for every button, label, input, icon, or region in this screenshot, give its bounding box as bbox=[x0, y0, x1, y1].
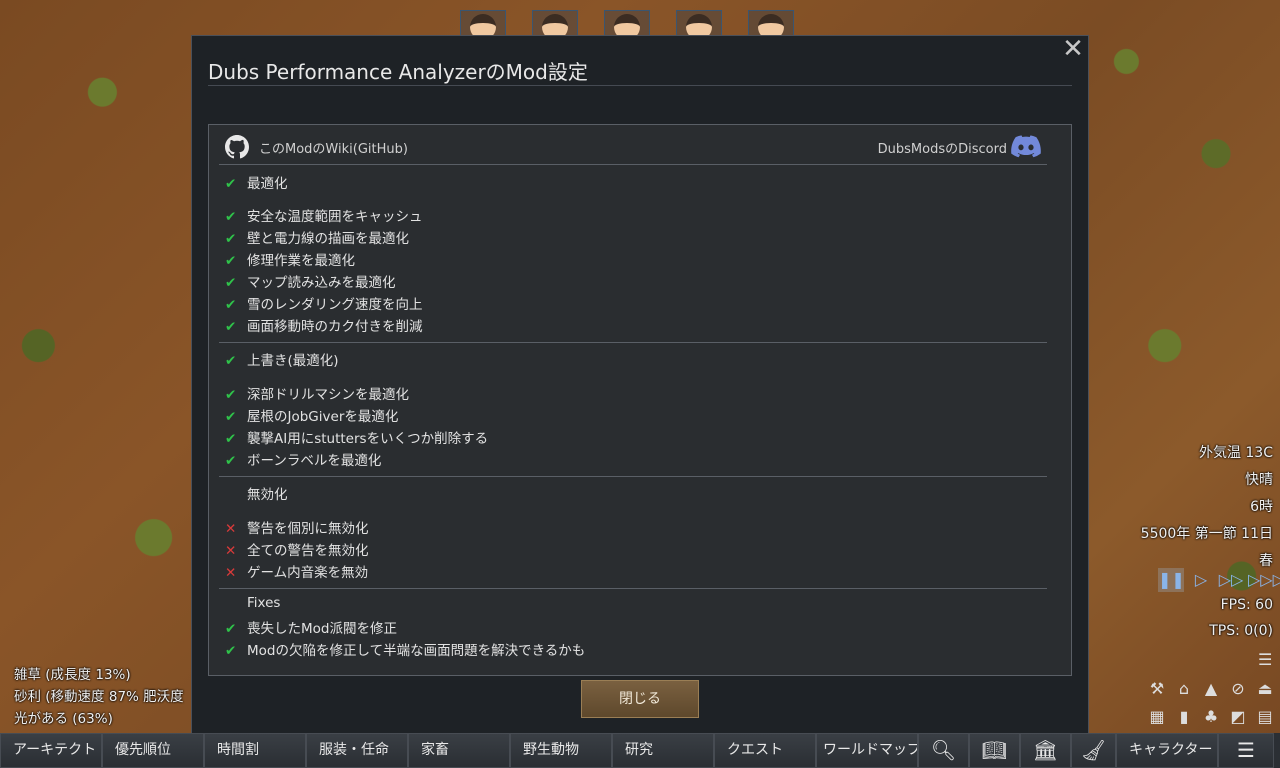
date-label[interactable]: 5500年 第一節 11日 bbox=[1141, 521, 1273, 548]
check-icon: ✔ bbox=[225, 297, 237, 313]
roof-icon[interactable]: ⏏ bbox=[1254, 678, 1276, 700]
check-icon: ✔ bbox=[225, 387, 237, 403]
cross-icon: ✕ bbox=[225, 521, 237, 537]
mod-broom-icon[interactable]: 🧹︎ bbox=[1071, 733, 1116, 768]
close-button[interactable]: 閉じる bbox=[581, 680, 699, 718]
home-icon[interactable]: ⌂ bbox=[1173, 678, 1195, 700]
bar-chart-icon[interactable]: ▮ bbox=[1173, 706, 1195, 728]
mountain-icon[interactable]: ▲ bbox=[1200, 678, 1222, 700]
section-header-overrides[interactable]: ✔ 上書き(最適化) bbox=[225, 349, 339, 369]
check-icon: ✔ bbox=[225, 275, 237, 291]
terrain-line: 雑草 (成長度 13%) bbox=[14, 667, 131, 683]
option-row[interactable]: ✕ 警告を個別に無効化 bbox=[225, 517, 369, 537]
main-tab-bar: アーキテクト 優先順位 時間割 服装・任命 家畜 野生動物 研究 クエスト ワー… bbox=[0, 733, 1280, 768]
check-icon: ✔ bbox=[225, 409, 237, 425]
tab-research[interactable]: 研究 bbox=[612, 733, 714, 768]
time-of-day[interactable]: 6時 bbox=[1141, 494, 1273, 521]
factions-icon[interactable]: 🏛︎ bbox=[1020, 733, 1071, 768]
grid-icon[interactable]: ▦ bbox=[1146, 706, 1168, 728]
option-row[interactable]: ✕ ゲーム内音楽を無効 bbox=[225, 561, 368, 581]
fps-readout: FPS: 60 bbox=[1220, 597, 1273, 613]
log-icon[interactable]: ☰ bbox=[1258, 650, 1278, 670]
link-row: このModのWiki(GitHub) DubsModsのDiscord bbox=[225, 133, 1047, 164]
terrain-line: 光がある (63%) bbox=[14, 711, 113, 727]
terrain-line: 砂利 (移動速度 87% 肥沃度 bbox=[14, 689, 184, 705]
fast-forward-icon[interactable]: ▷▷ bbox=[1218, 568, 1244, 592]
check-icon: ✔ bbox=[225, 431, 237, 447]
tps-readout: TPS: 0(0) bbox=[1209, 623, 1273, 639]
zone-icon[interactable]: ◩ bbox=[1227, 706, 1249, 728]
check-icon: ✔ bbox=[225, 176, 237, 192]
hammer-icon[interactable]: ⚒ bbox=[1146, 678, 1168, 700]
superfast-icon[interactable]: ▷▷▷ bbox=[1248, 568, 1280, 592]
no-entry-icon[interactable]: ⊘ bbox=[1227, 678, 1249, 700]
tab-world-map[interactable]: ワールドマップ bbox=[816, 733, 918, 768]
section-header-fixes: Fixes bbox=[247, 595, 281, 611]
title-divider bbox=[208, 85, 1072, 86]
option-row[interactable]: ✔ 安全な温度範囲をキャッシュ bbox=[225, 205, 423, 225]
section-divider bbox=[219, 164, 1047, 165]
tab-wildlife[interactable]: 野生動物 bbox=[510, 733, 612, 768]
close-icon[interactable]: ✕ bbox=[1062, 36, 1084, 62]
option-row[interactable]: ✔ 雪のレンダリング速度を向上 bbox=[225, 293, 423, 313]
section-divider bbox=[219, 342, 1047, 343]
overlay-toggles: ⚒ ⌂ ▲ ⊘ ⏏ ▦ ▮ ♣ ◩ ▤ bbox=[1146, 678, 1278, 728]
history-book-icon[interactable]: 📖︎ bbox=[969, 733, 1020, 768]
check-icon: ✔ bbox=[225, 353, 237, 369]
check-icon: ✔ bbox=[225, 231, 237, 247]
option-row[interactable]: ✔ 深部ドリルマシンを最適化 bbox=[225, 383, 409, 403]
option-row[interactable]: ✔ 屋根のJobGiverを最適化 bbox=[225, 405, 398, 425]
tab-schedule[interactable]: 時間割 bbox=[204, 733, 306, 768]
option-row[interactable]: ✕ 全ての警告を無効化 bbox=[225, 539, 369, 559]
mod-settings-dialog: Dubs Performance AnalyzerのMod設定 ✕ このModの… bbox=[191, 35, 1089, 735]
option-row[interactable]: ✔ ボーンラベルを最適化 bbox=[225, 449, 381, 469]
cross-icon: ✕ bbox=[225, 565, 237, 581]
section-header-disable: 無効化 bbox=[247, 487, 288, 503]
check-icon: ✔ bbox=[225, 209, 237, 225]
dialog-title: Dubs Performance AnalyzerのMod設定 bbox=[208, 60, 588, 84]
option-row[interactable]: ✔ マップ読み込みを最適化 bbox=[225, 271, 396, 291]
tab-quests[interactable]: クエスト bbox=[714, 733, 816, 768]
play-icon[interactable]: ▷ bbox=[1188, 568, 1214, 592]
discord-link[interactable]: DubsModsのDiscord bbox=[878, 138, 1007, 157]
tab-animals[interactable]: 家畜 bbox=[408, 733, 510, 768]
discord-icon[interactable] bbox=[1011, 135, 1041, 159]
option-row[interactable]: ✔ 画面移動時のカク付きを削減 bbox=[225, 315, 423, 335]
terrain-readout: 雑草 (成長度 13%) 砂利 (移動速度 87% 肥沃度 光がある (63%) bbox=[14, 664, 184, 730]
tab-character[interactable]: キャラクター bbox=[1116, 733, 1218, 768]
check-icon: ✔ bbox=[225, 621, 237, 637]
fertility-icon[interactable]: ♣ bbox=[1200, 706, 1222, 728]
check-icon: ✔ bbox=[225, 253, 237, 269]
cross-icon: ✕ bbox=[225, 543, 237, 559]
check-icon: ✔ bbox=[225, 319, 237, 335]
weather-readout: 外気温 13C 快晴 6時 5500年 第一節 11日 春 bbox=[1141, 440, 1273, 575]
check-icon: ✔ bbox=[225, 453, 237, 469]
option-row[interactable]: ✔ 襲撃AI用にstuttersをいくつか削除する bbox=[225, 427, 488, 447]
section-divider bbox=[219, 476, 1047, 477]
outdoor-temperature[interactable]: 外気温 13C bbox=[1141, 440, 1273, 467]
section-header-optimizations[interactable]: ✔ 最適化 bbox=[225, 172, 288, 192]
option-row[interactable]: ✔ 喪失したMod派閥を修正 bbox=[225, 617, 397, 637]
speed-controls: ❚❚ ▷ ▷▷ ▷▷▷ bbox=[1158, 568, 1280, 592]
tab-architect[interactable]: アーキテクト bbox=[0, 733, 102, 768]
menu-icon[interactable]: ☰ bbox=[1218, 733, 1274, 768]
settings-panel: このModのWiki(GitHub) DubsModsのDiscord ✔ 最適化… bbox=[208, 124, 1072, 676]
option-row[interactable]: ✔ Modの欠陥を修正して半端な画面問題を解決できるかも bbox=[225, 639, 585, 659]
github-icon[interactable] bbox=[225, 135, 249, 159]
section-divider bbox=[219, 588, 1047, 589]
tab-assign[interactable]: 服装・任命 bbox=[306, 733, 408, 768]
check-icon: ✔ bbox=[225, 643, 237, 659]
tab-work[interactable]: 優先順位 bbox=[102, 733, 204, 768]
option-row[interactable]: ✔ 修理作業を最適化 bbox=[225, 249, 355, 269]
wiki-github-link[interactable]: このModのWiki(GitHub) bbox=[259, 138, 408, 157]
pause-icon[interactable]: ❚❚ bbox=[1158, 568, 1185, 592]
weather-label[interactable]: 快晴 bbox=[1141, 467, 1273, 494]
search-icon[interactable]: 🔍︎ bbox=[918, 733, 969, 768]
option-row[interactable]: ✔ 壁と電力線の描画を最適化 bbox=[225, 227, 409, 247]
beauty-icon[interactable]: ▤ bbox=[1254, 706, 1276, 728]
